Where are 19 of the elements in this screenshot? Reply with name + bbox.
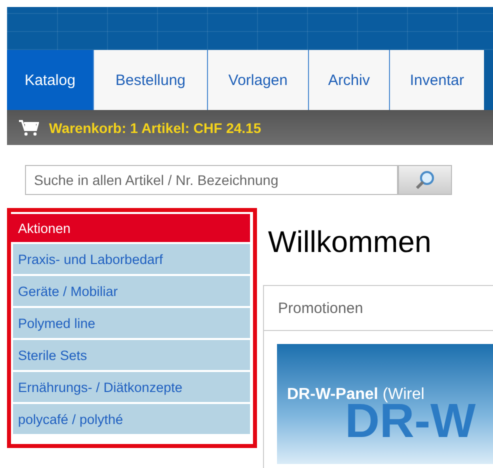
category-item[interactable]: Sterile Sets	[13, 340, 250, 370]
nav-tab[interactable]: Archiv	[308, 50, 389, 110]
search-button[interactable]	[398, 165, 452, 195]
nav-tab[interactable]: Inventar	[389, 50, 484, 110]
nav-tab[interactable]: Katalog	[7, 50, 93, 110]
category-item[interactable]: Polymed line	[13, 308, 250, 338]
search-field[interactable]: Suche in allen Artikel / Nr. Bezeichnung	[25, 165, 398, 195]
cart-icon[interactable]	[19, 120, 39, 136]
card-title: Promotionen	[264, 286, 493, 331]
category-item[interactable]: Geräte / Mobiliar	[13, 276, 250, 306]
category-item[interactable]: Ernährungs- / Diätkonzepte	[13, 372, 250, 402]
category-item[interactable]: Praxis- und Laborbedarf	[13, 244, 250, 274]
category-item[interactable]: Aktionen	[9, 214, 250, 242]
search-icon	[415, 170, 435, 190]
nav-tab[interactable]: Bestellung	[93, 50, 207, 110]
page-heading: Willkommen	[268, 226, 432, 260]
cart-summary[interactable]: Warenkorb: 1 Artikel: CHF 24.15	[49, 120, 262, 136]
nav-tab[interactable]: Vorlagen	[207, 50, 308, 110]
category-item[interactable]: polycafé / polythé	[13, 404, 250, 434]
